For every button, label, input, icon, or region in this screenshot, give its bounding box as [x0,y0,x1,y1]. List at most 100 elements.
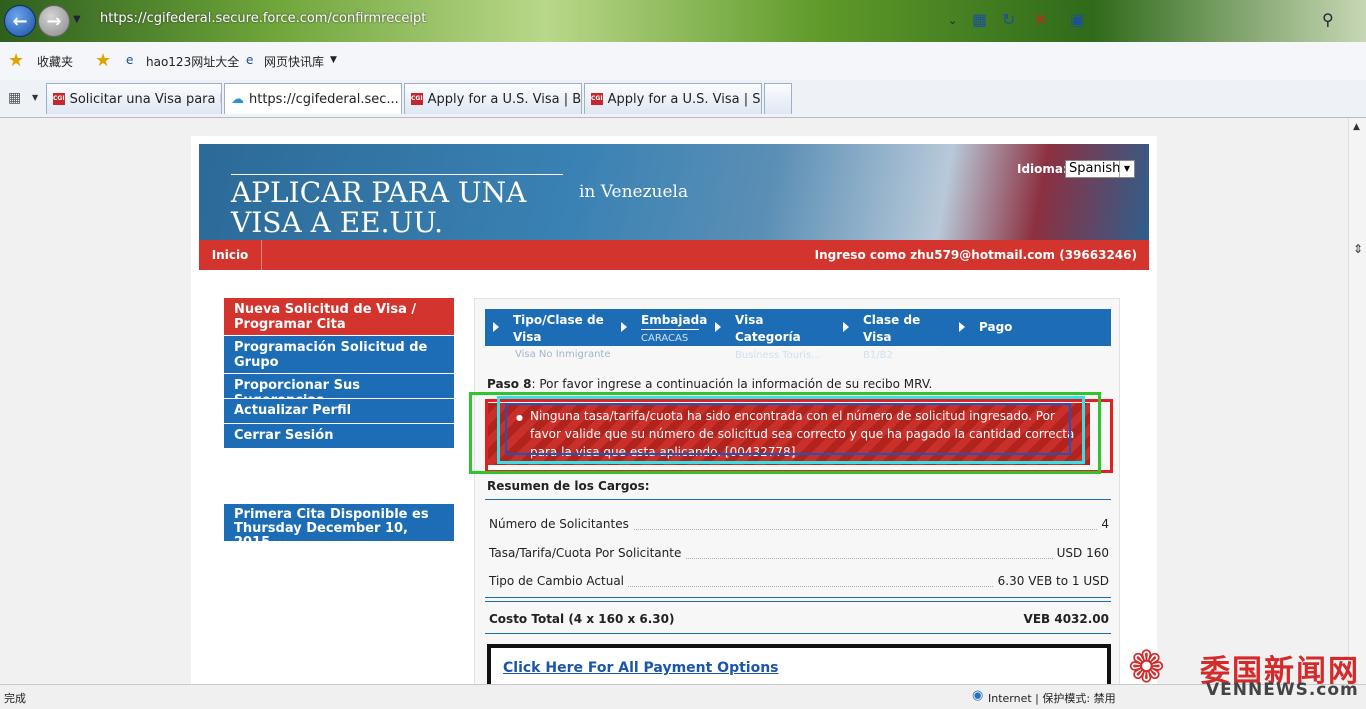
payment-options-link[interactable]: Click Here For All Payment Options [503,660,779,676]
scrollbar[interactable]: ▲ ⇕ [1348,118,1366,684]
history-dropdown-icon[interactable]: ▼ [73,14,81,25]
star-icon[interactable]: ★ [8,50,24,71]
step-pago: Pago [979,319,1012,336]
forward-button[interactable]: → [38,5,70,37]
highlight-box-blue [505,403,1071,455]
back-button[interactable]: ← [4,5,36,37]
step-arrow-icon [621,322,627,332]
top-nav: Inicio Ingreso como zhu579@hotmail.com (… [199,240,1149,270]
search-provider-icon[interactable]: ▣ [1070,10,1085,29]
ie-icon: e [126,53,134,67]
charge-value: 6.30 VEB to 1 USD [993,574,1109,588]
cgi-favicon-icon: CGI [411,93,423,105]
step-clase-visa[interactable]: Clase de Visa B1/B2 [863,312,941,364]
scroll-up-icon[interactable]: ▲ [1353,122,1360,132]
payment-options-box: Click Here For All Payment Options [487,644,1111,684]
divider [485,499,1111,500]
cloud-favicon-icon: ☁ [231,91,244,107]
step-label: Clase de Visa [863,313,921,344]
cgi-favicon-icon: CGI [53,93,65,105]
charges-summary-heading: Resumen de los Cargos: [487,479,650,493]
chevron-down-icon[interactable]: ⌄ [948,14,957,27]
banner-title: APLICAR PARA UNA VISA A EE.UU. [231,176,527,239]
sidebar-item-perfil[interactable]: Actualizar Perfil [224,399,454,424]
add-favorite-icon[interactable]: ★ [95,50,111,71]
compatibility-icon[interactable]: ▦ [972,10,987,29]
stop-icon[interactable]: ✕ [1034,10,1047,29]
address-bar: ← → ▼ https://cgifederal.secure.force.co… [0,0,1366,42]
nav-inicio[interactable]: Inicio [199,240,262,270]
step-instruction: Paso 8: Por favor ingrese a continuación… [487,377,932,391]
banner-subtitle: in Venezuela [579,182,689,202]
tab-list-dropdown-icon[interactable]: ▼ [32,93,38,102]
total-label: Costo Total (4 x 160 x 6.30) [489,612,679,626]
step-label: Tipo/Clase de Visa [513,313,604,344]
step-visa-categoria[interactable]: Visa Categoría Business Touris... [735,312,823,364]
tab-label: Apply for a U.S. Visa | B... [427,91,582,107]
step-tipo-clase[interactable]: Tipo/Clase de Visa [513,312,613,346]
sidebar-item-cerrar-sesion[interactable]: Cerrar Sesión [224,424,454,449]
swirl-logo-icon: ❁ [1128,642,1165,693]
watermark-logo: ❁ 委国新闻网 VENNEWS.com [1120,640,1366,704]
fav-link-hao123[interactable]: hao123网址大全 [146,53,239,70]
tab-label: Apply for a U.S. Visa | S... [607,91,762,107]
new-tab-button[interactable] [764,83,792,114]
globe-icon: ◉ [972,688,984,703]
sidebar-item-grupo[interactable]: Programación Solicitud de Grupo [224,336,454,374]
status-text: 完成 [4,692,26,705]
step-arrow-icon [493,322,499,332]
banner-divider [231,174,563,175]
language-select[interactable]: Spanish ▼ [1065,160,1135,178]
logged-in-user: Ingreso como zhu579@hotmail.com (3966324… [814,248,1137,262]
chevron-down-icon: ▼ [1119,161,1134,177]
divider [485,633,1111,634]
main-panel: Tipo/Clase de Visa Embajada CARACAS Visa… [469,298,1120,684]
step-label: Embajada [641,313,708,327]
total-value: VEB 4032.00 [1019,612,1109,626]
favorites-button[interactable]: 收藏夹 [37,53,73,70]
url-field[interactable]: https://cgifederal.secure.force.com/conf… [100,11,426,26]
charge-label: Tipo de Cambio Actual [489,574,629,588]
charge-value: USD 160 [1052,546,1109,560]
ie-icon: e [246,53,254,67]
tab-apply-visa-s[interactable]: CGI Apply for a U.S. Visa | S... [584,83,762,114]
charge-value: 4 [1097,517,1109,531]
tab-label: Solicitar una Visa para l... [69,91,222,107]
search-icon[interactable]: ⚲ [1322,10,1334,29]
step-subtitle: Visa No Inmigrante [515,349,611,360]
banner: APLICAR PARA UNA VISA A EE.UU. in Venezu… [199,144,1149,240]
step-sub: CARACAS [641,329,699,347]
watermark-subtext: VENNEWS.com [1206,680,1359,700]
charge-label: Tasa/Tarifa/Cuota Por Solicitante [489,546,686,560]
fav-link-webslice[interactable]: 网页快讯库 [264,53,324,70]
language-label: Idioma: [1017,162,1068,176]
progress-steps: Tipo/Clase de Visa Embajada CARACAS Visa… [485,309,1111,361]
page-container: APLICAR PARA UNA VISA A EE.UU. in Venezu… [191,136,1157,684]
step-sub: B1/B2 [863,346,941,364]
tab-cgifederal[interactable]: ☁ https://cgifederal.sec... ✕ [224,83,402,114]
step-label: Visa Categoría [735,313,801,344]
divider [485,597,1111,602]
step-arrow-icon [959,322,965,332]
language-value: Spanish [1069,161,1121,176]
tab-solicitar-visa[interactable]: CGI Solicitar una Visa para l... [46,83,222,114]
step-sub: Business Touris... [735,346,823,364]
step-embajada[interactable]: Embajada CARACAS [641,312,707,347]
step-arrow-icon [715,322,721,332]
sidebar-item-sugerencias[interactable]: Proporcionar Sus Sugerencias [224,374,454,408]
step-arrow-icon [843,322,849,332]
tab-bar: ▦ ▼ CGI Solicitar una Visa para l... ☁ h… [0,80,1366,118]
cgi-favicon-icon: CGI [591,93,603,105]
tab-label: https://cgifederal.sec... [249,91,399,107]
chevron-down-icon[interactable]: ▼ [330,55,337,65]
step-text: : Por favor ingrese a continuación la in… [531,377,933,391]
tab-apply-visa-b[interactable]: CGI Apply for a U.S. Visa | B... [404,83,582,114]
sidebar-item-nueva-solicitud[interactable]: Nueva Solicitud de Visa / Programar Cita [224,298,454,336]
security-zone: Internet | 保护模式: 禁用 [988,692,1116,705]
scroll-thumb-icon[interactable]: ⇕ [1353,242,1363,256]
first-appointment-notice: Primera Cita Disponible es Thursday Dece… [224,504,454,550]
step-number: Paso 8 [487,377,532,391]
favorites-bar: ★ 收藏夹 ★ e hao123网址大全 e 网页快讯库 ▼ [0,42,1366,81]
quick-tabs-icon[interactable]: ▦ [8,90,21,106]
refresh-icon[interactable]: ↻ [1002,10,1015,29]
